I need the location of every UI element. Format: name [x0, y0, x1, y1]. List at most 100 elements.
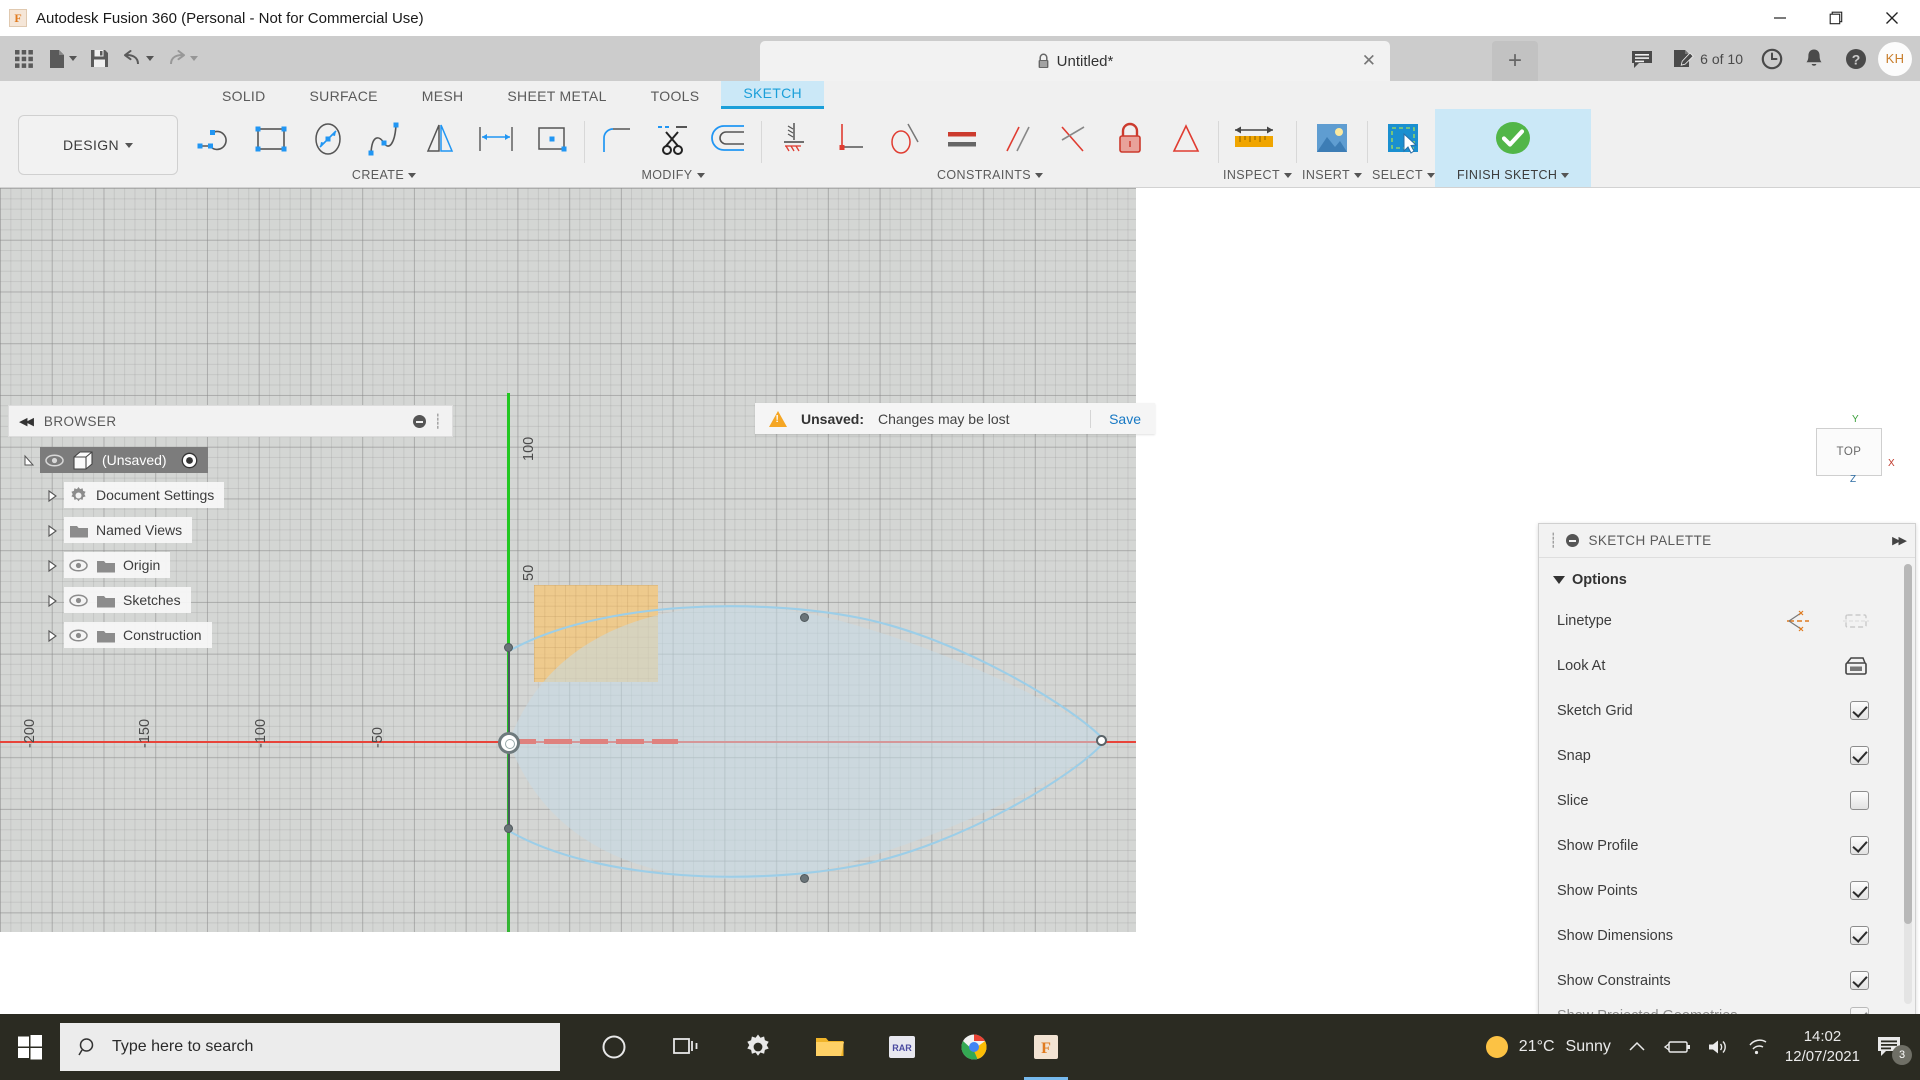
battery-icon[interactable]	[1663, 1039, 1691, 1055]
centerline-icon[interactable]	[1843, 610, 1869, 632]
tab-mesh[interactable]: MESH	[400, 83, 486, 109]
midpoint-constraint-icon[interactable]	[1046, 113, 1102, 165]
trim-icon[interactable]	[645, 113, 701, 165]
sketch-grid-checkbox[interactable]	[1850, 701, 1869, 720]
task-view-icon[interactable]	[650, 1014, 722, 1080]
show-dimensions-checkbox[interactable]	[1850, 926, 1869, 945]
slice-checkbox[interactable]	[1850, 791, 1869, 810]
expand-triangle-icon[interactable]	[46, 594, 57, 607]
maximize-button[interactable]	[1808, 0, 1864, 36]
sketch-point[interactable]	[504, 824, 513, 833]
chrome-icon[interactable]	[938, 1014, 1010, 1080]
select-window-icon[interactable]	[1372, 111, 1434, 167]
rectangular-pattern-icon[interactable]	[524, 113, 580, 165]
sketch-point[interactable]	[800, 613, 809, 622]
show-profile-checkbox[interactable]	[1850, 836, 1869, 855]
tab-surface[interactable]: SURFACE	[288, 83, 400, 109]
sketch-point[interactable]	[504, 643, 513, 652]
ribbon-group-label-inspect[interactable]: INSPECT	[1223, 168, 1292, 187]
visibility-eye-icon[interactable]	[69, 629, 88, 642]
fix-unfix-constraint-icon[interactable]	[1102, 113, 1158, 165]
minimize-circle-icon[interactable]	[1566, 534, 1579, 547]
taskbar-clock[interactable]: 14:02 12/07/2021	[1785, 1027, 1860, 1068]
windows-start-icon[interactable]	[0, 1014, 60, 1080]
ribbon-group-label-modify[interactable]: MODIFY	[589, 168, 757, 187]
tree-item-construction[interactable]: Construction	[22, 621, 352, 649]
mirror-icon[interactable]	[412, 113, 468, 165]
line-icon[interactable]	[188, 113, 244, 165]
minimize-circle-icon[interactable]	[413, 415, 426, 428]
comment-bubble-icon[interactable]	[1622, 40, 1662, 78]
workspace-switcher[interactable]: DESIGN	[18, 115, 178, 175]
save-link[interactable]: Save	[1105, 411, 1141, 427]
notification-center-button[interactable]: 3	[1876, 1035, 1908, 1059]
expand-triangle-icon[interactable]	[46, 489, 57, 502]
chevron-up-icon[interactable]	[1627, 1040, 1647, 1054]
new-file-icon[interactable]	[42, 42, 82, 76]
visibility-eye-icon[interactable]	[69, 594, 88, 607]
document-tab-close-icon[interactable]: ✕	[1362, 51, 1376, 71]
tree-item-origin[interactable]: Origin	[22, 551, 352, 579]
cortana-icon[interactable]	[578, 1014, 650, 1080]
palette-scrollbar[interactable]	[1904, 564, 1912, 1004]
show-points-checkbox[interactable]	[1850, 881, 1869, 900]
taskbar-search-box[interactable]: Type here to search	[60, 1023, 560, 1071]
horizontal-vertical-constraint-icon[interactable]	[766, 113, 822, 165]
tangent-constraint-icon[interactable]	[878, 113, 934, 165]
parallel-constraint-icon[interactable]	[990, 113, 1046, 165]
tab-tools[interactable]: TOOLS	[629, 83, 722, 109]
measure-icon[interactable]	[1223, 111, 1285, 167]
wifi-icon[interactable]	[1747, 1038, 1769, 1056]
new-document-tab-button[interactable]: +	[1492, 41, 1538, 81]
equal-constraint-icon[interactable]	[934, 113, 990, 165]
file-explorer-icon[interactable]	[794, 1014, 866, 1080]
collapse-left-icon[interactable]: ◀◀	[19, 415, 32, 428]
dimension-icon[interactable]	[468, 113, 524, 165]
spline-icon[interactable]	[356, 113, 412, 165]
finish-sketch-check-icon[interactable]	[1482, 111, 1544, 167]
tab-solid[interactable]: SOLID	[200, 83, 288, 109]
redo-icon[interactable]	[161, 42, 203, 76]
rectangle-icon[interactable]	[244, 113, 300, 165]
expand-triangle-icon[interactable]	[46, 559, 57, 572]
ribbon-group-label-select[interactable]: SELECT	[1372, 168, 1435, 187]
tree-item-sketches[interactable]: Sketches	[22, 586, 352, 614]
save-icon[interactable]	[84, 42, 115, 76]
visibility-eye-icon[interactable]	[69, 559, 88, 572]
ribbon-group-label-constraints[interactable]: CONSTRAINTS	[766, 168, 1214, 187]
expand-triangle-icon[interactable]	[46, 629, 57, 642]
tree-item-unsaved[interactable]: (Unsaved)	[22, 446, 352, 474]
visibility-eye-icon[interactable]	[45, 454, 64, 467]
ribbon-group-label-finish-sketch[interactable]: FINISH SKETCH	[1457, 168, 1569, 187]
fusion360-icon[interactable]: F	[1010, 1014, 1082, 1080]
expand-triangle-icon[interactable]	[22, 454, 33, 467]
view-cube-top-face[interactable]: TOP	[1816, 428, 1882, 476]
tree-item-document-settings[interactable]: Document Settings	[22, 481, 352, 509]
app-grid-icon[interactable]	[8, 42, 40, 76]
expand-triangle-icon[interactable]	[46, 524, 57, 537]
tab-sheet-metal[interactable]: SHEET METAL	[485, 83, 628, 109]
symmetry-constraint-icon[interactable]	[1158, 113, 1214, 165]
sketch-origin-point[interactable]	[498, 732, 520, 754]
panel-grip-icon[interactable]: ┊	[1549, 532, 1557, 549]
snap-checkbox[interactable]	[1850, 746, 1869, 765]
view-cube[interactable]: TOP Y X Z	[1800, 416, 1910, 506]
winrar-icon[interactable]: RAR	[866, 1014, 938, 1080]
sketch-point[interactable]	[800, 874, 809, 883]
offset-icon[interactable]	[701, 113, 757, 165]
job-status-button[interactable]: 6 of 10	[1664, 40, 1750, 78]
user-avatar[interactable]: KH	[1878, 42, 1912, 76]
insert-image-icon[interactable]	[1301, 111, 1363, 167]
minimize-button[interactable]	[1752, 0, 1808, 36]
ellipse-icon[interactable]	[300, 113, 356, 165]
clock-icon[interactable]	[1752, 40, 1792, 78]
palette-scrollbar-thumb[interactable]	[1904, 564, 1912, 924]
settings-gear-icon[interactable]	[722, 1014, 794, 1080]
sketch-point[interactable]	[1096, 735, 1107, 746]
volume-icon[interactable]	[1707, 1038, 1731, 1056]
perpendicular-constraint-icon[interactable]	[822, 113, 878, 165]
help-icon[interactable]: ?	[1836, 40, 1876, 78]
construction-line-icon[interactable]	[1785, 610, 1811, 632]
look-at-icon[interactable]	[1843, 655, 1869, 677]
panel-grip-icon[interactable]: ┊	[434, 413, 442, 430]
